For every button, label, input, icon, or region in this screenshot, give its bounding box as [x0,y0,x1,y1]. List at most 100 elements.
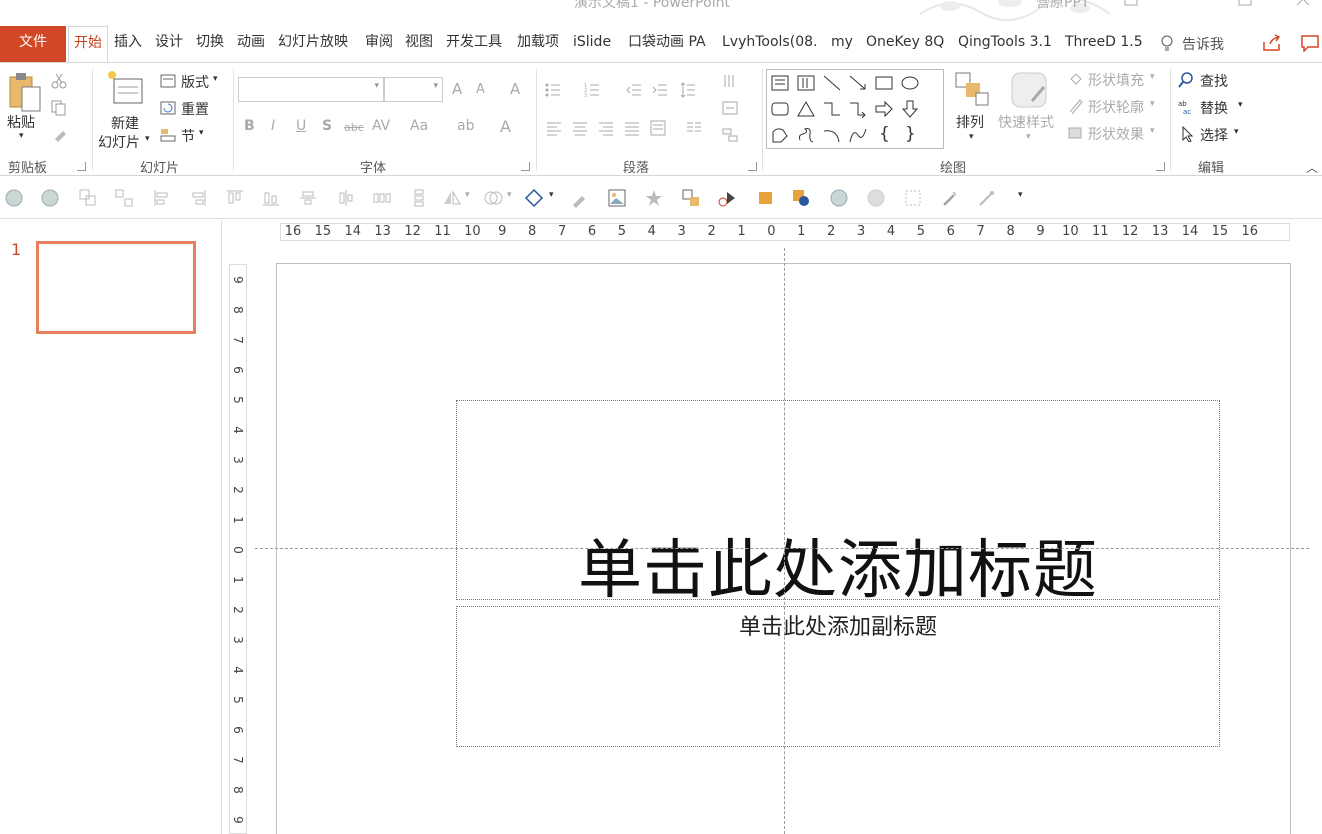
shape-effects-dropdown-icon[interactable]: ▾ [1150,126,1155,136]
tab-item[interactable]: 审阅 [365,26,393,62]
toolbar-replace-image-icon[interactable] [681,188,701,208]
toolbar-brush-icon[interactable] [570,188,590,208]
toolbar-merge-shapes-icon[interactable] [483,188,503,208]
select-button[interactable]: 选择 [1200,125,1228,145]
paragraph-launcher-icon[interactable] [748,162,757,171]
textbox-shape-icon[interactable] [771,74,789,92]
freeform-shape-icon[interactable] [771,126,789,144]
title-placeholder[interactable]: 单击此处添加标题 [456,400,1220,608]
shape-fill-icon[interactable] [1068,71,1084,87]
toolbar-ungroup-icon[interactable] [114,188,134,208]
arrow-line-shape-icon[interactable] [849,74,867,92]
elbow-arrow-shape-icon[interactable] [849,100,867,118]
new-slide-label-1[interactable]: 新建 [111,113,139,133]
tab-item[interactable]: 开发工具 [446,26,502,62]
ribbon-display-options-icon[interactable] [1124,0,1138,6]
toolbar-color-swap-icon[interactable] [791,188,811,208]
replace-icon[interactable]: abac [1178,99,1194,115]
italic-icon[interactable]: I [271,118,275,134]
toolbar-group-icon[interactable] [78,188,98,208]
clipboard-launcher-icon[interactable] [77,162,86,171]
section-icon[interactable] [160,127,176,143]
tab-item[interactable]: 设计 [155,26,183,62]
collapse-ribbon-icon[interactable]: ︿ [1306,159,1318,176]
scribble-shape-icon[interactable] [797,126,815,144]
justify-icon[interactable] [624,120,640,136]
toolbar-circle-icon-4[interactable] [866,188,886,208]
text-direction-icon[interactable] [722,73,738,89]
toolbar-flip-icon[interactable] [442,188,462,208]
toolbar-align-bottom-icon[interactable] [261,188,281,208]
section-dropdown-icon[interactable]: ▾ [199,128,204,138]
new-slide-icon[interactable] [106,69,146,109]
toolbar-align-left-icon[interactable] [152,188,172,208]
oval-shape-icon[interactable] [901,74,919,92]
vertical-textbox-shape-icon[interactable] [797,74,815,92]
distributed-icon[interactable] [650,120,666,136]
horizontal-ruler[interactable]: 16 15 14 13 12 11 10 9 8 7 6 5 4 3 2 1 0 1 2 3 4 5 6 7 8 9 10 11 12 1… [280,223,1290,241]
tab-home[interactable]: 开始 [68,26,108,62]
toolbar-edit-shape-dropdown-icon[interactable]: ▾ [549,190,554,200]
tab-item[interactable]: LvyhTools(08. [722,26,817,62]
quick-styles-button[interactable]: 快速样式 [998,112,1054,132]
toolbar-crop-icon[interactable] [903,188,923,208]
rounded-rectangle-shape-icon[interactable] [771,100,789,118]
tab-item[interactable]: QingTools 3.1 [958,26,1052,62]
toolbar-animation-icon[interactable] [717,188,737,208]
tab-item[interactable]: my [831,26,853,62]
shape-effects-button[interactable]: 形状效果 [1088,124,1144,144]
shape-outline-dropdown-icon[interactable]: ▾ [1150,99,1155,109]
maximize-icon[interactable] [1238,0,1252,6]
underline-icon[interactable]: U [296,118,306,134]
comment-icon[interactable] [1300,34,1320,52]
tab-item[interactable]: 幻灯片放映 [278,26,348,62]
vertical-guide[interactable] [784,248,785,834]
new-slide-label-2[interactable]: 幻灯片 [98,132,140,152]
title-placeholder-text[interactable]: 单击此处添加标题 [457,519,1219,611]
toolbar-magic-icon[interactable] [977,188,997,208]
layout-icon[interactable] [160,73,176,89]
tab-item[interactable]: 切换 [196,26,224,62]
toolbar-eyedropper-icon[interactable] [940,188,960,208]
char-spacing-icon[interactable]: AV [372,118,390,134]
paste-icon[interactable] [8,71,42,115]
shape-outline-icon[interactable] [1068,98,1084,114]
layout-dropdown-icon[interactable]: ▾ [213,74,218,84]
minimize-icon[interactable] [1184,0,1198,6]
shape-fill-dropdown-icon[interactable]: ▾ [1150,72,1155,82]
toolbar-align-top-icon[interactable] [225,188,245,208]
quick-styles-icon[interactable] [1010,71,1050,111]
rectangle-shape-icon[interactable] [875,74,893,92]
triangle-shape-icon[interactable] [797,100,815,118]
shadow-icon[interactable]: S [322,118,332,134]
down-arrow-shape-icon[interactable] [901,100,919,118]
increase-font-icon[interactable]: A [452,80,462,98]
tab-item[interactable]: ThreeD 1.5 [1065,26,1143,62]
toolbar-color-block-icon[interactable] [755,188,775,208]
replace-button[interactable]: 替换 [1200,98,1228,118]
font-color-icon[interactable]: A [500,117,511,136]
decrease-font-icon[interactable]: A [476,82,485,97]
subtitle-placeholder[interactable]: 单击此处添加副标题 [456,606,1220,747]
toolbar-align-middle-icon[interactable] [298,188,318,208]
right-arrow-shape-icon[interactable] [875,100,893,118]
toolbar-align-right-icon[interactable] [188,188,208,208]
find-button[interactable]: 查找 [1200,71,1228,91]
share-icon[interactable] [1262,34,1282,52]
toolbar-circle-icon-1[interactable] [4,188,24,208]
toolbar-merge-dropdown-icon[interactable]: ▾ [507,190,512,200]
tab-item[interactable]: 口袋动画 PA [628,26,706,62]
horizontal-guide[interactable] [255,548,1309,549]
find-icon[interactable] [1178,72,1194,88]
arrange-icon[interactable] [954,71,990,107]
shapes-gallery[interactable]: { } ▲ ▼ ▾ [766,69,944,149]
shape-effects-icon[interactable] [1068,125,1084,141]
close-icon[interactable] [1296,0,1310,6]
toolbar-edit-shape-icon[interactable] [524,188,544,208]
columns-icon[interactable] [686,120,702,136]
arrange-button[interactable]: 排列 [956,112,984,132]
paste-button[interactable]: 粘贴 [7,112,35,132]
tab-item[interactable]: iSlide [573,26,611,62]
quick-styles-dropdown-icon[interactable]: ▾ [1026,132,1031,142]
shape-fill-button[interactable]: 形状填充 [1088,70,1144,90]
